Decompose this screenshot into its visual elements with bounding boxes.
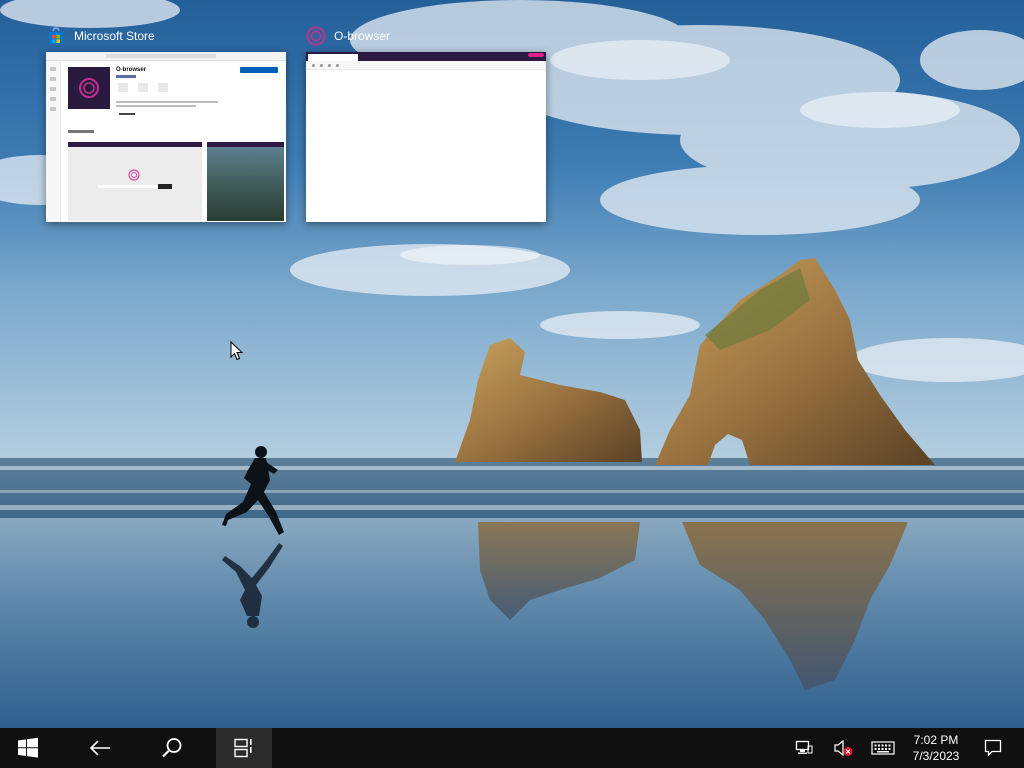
store-screenshot-2 bbox=[207, 142, 284, 221]
action-center-icon bbox=[984, 739, 1002, 757]
windows-start-icon bbox=[17, 737, 39, 759]
window-header: O-browser bbox=[306, 24, 546, 48]
window-thumbnail[interactable]: O-browser bbox=[46, 52, 286, 222]
window-header: Microsoft Store bbox=[46, 24, 286, 48]
touch-keyboard-icon bbox=[871, 741, 895, 755]
store-install-button bbox=[240, 67, 278, 73]
task-view-window-microsoft-store[interactable]: Microsoft Store O-browser bbox=[46, 24, 286, 222]
store-nav-rail bbox=[46, 61, 61, 222]
desktop-screen: Microsoft Store O-browser O-browser 7:02… bbox=[0, 0, 1024, 768]
store-description-line bbox=[116, 101, 218, 103]
window-thumbnail[interactable] bbox=[306, 52, 546, 222]
o-browser-icon bbox=[306, 26, 326, 46]
volume-button[interactable] bbox=[830, 728, 856, 768]
task-view-button[interactable] bbox=[216, 728, 272, 768]
store-publisher bbox=[116, 75, 136, 78]
volume-muted-icon bbox=[833, 739, 853, 757]
store-description-line bbox=[116, 105, 196, 107]
back-button[interactable] bbox=[72, 728, 128, 768]
store-privacy-link bbox=[119, 113, 135, 115]
task-view-window-o-browser[interactable]: O-browser bbox=[306, 24, 546, 222]
store-screenshot-1 bbox=[68, 142, 202, 221]
store-app-name: O-browser bbox=[116, 67, 147, 73]
store-screenshots-label bbox=[68, 130, 94, 133]
taskbar: 7:02 PM 7/3/2023 bbox=[0, 728, 1024, 768]
store-titlebar bbox=[46, 52, 286, 61]
network-icon bbox=[795, 740, 813, 756]
start-button[interactable] bbox=[0, 728, 56, 768]
search-icon bbox=[161, 737, 183, 759]
task-view-icon bbox=[233, 738, 255, 758]
browser-toolbar bbox=[306, 61, 546, 70]
search-button[interactable] bbox=[144, 728, 200, 768]
back-arrow-icon bbox=[89, 740, 111, 756]
microsoft-store-icon bbox=[46, 26, 66, 46]
browser-titlebar bbox=[306, 52, 546, 61]
store-stats bbox=[118, 83, 168, 92]
action-center-button[interactable] bbox=[978, 728, 1008, 768]
touch-keyboard-button[interactable] bbox=[868, 728, 898, 768]
window-title: O-browser bbox=[334, 29, 391, 43]
o-browser-app-logo bbox=[68, 67, 110, 109]
clock-time: 7:02 PM bbox=[913, 733, 959, 747]
window-title: Microsoft Store bbox=[74, 29, 155, 43]
mouse-cursor-icon bbox=[230, 340, 244, 366]
network-button[interactable] bbox=[792, 728, 816, 768]
clock-date: 7/3/2023 bbox=[912, 749, 960, 763]
taskbar-clock[interactable]: 7:02 PM 7/3/2023 bbox=[904, 728, 968, 768]
